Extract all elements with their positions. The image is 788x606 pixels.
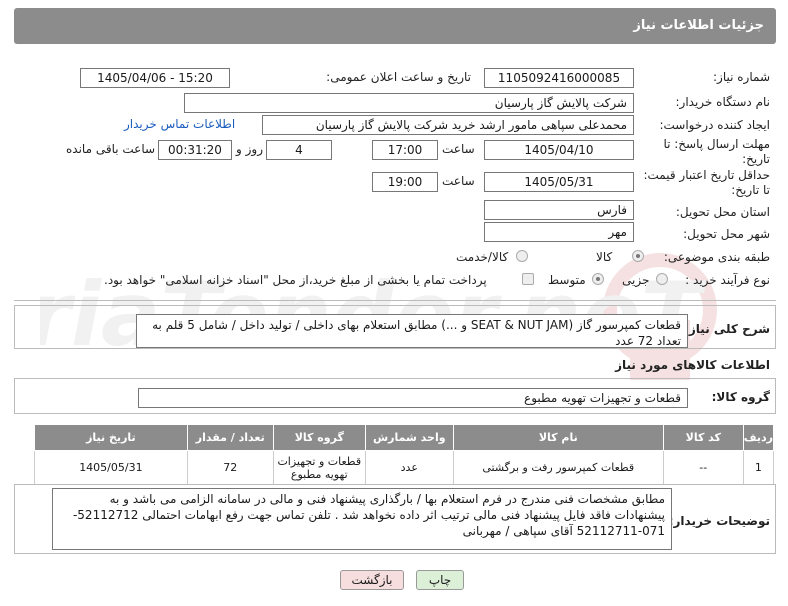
cell-name: قطعات کمپرسور رفت و برگشتی xyxy=(452,450,664,485)
print-button[interactable]: چاپ xyxy=(416,570,464,590)
category-goods-label: کالا xyxy=(596,250,613,264)
cell-need-date: 1405/05/31 xyxy=(34,450,188,485)
deadline-date-field: 1405/04/10 xyxy=(484,140,634,160)
province-label: استان محل تحویل: xyxy=(675,205,770,219)
col-need-date: تاریخ نیاز xyxy=(34,424,188,451)
process-label: نوع فرآیند خرید : xyxy=(685,273,770,287)
col-quantity: تعداد / مقدار xyxy=(186,424,274,451)
buyer-field: شرکت پالایش گاز پارسیان xyxy=(184,93,634,113)
process-minor-label: جزیی xyxy=(622,273,650,287)
treasury-payment-note: پرداخت تمام یا بخشی از مبلغ خرید،از محل … xyxy=(104,273,487,287)
price-validity-label-date: تا تاریخ: xyxy=(731,183,770,197)
summary-text: قطعات کمپرسور گاز (SEAT & NUT JAM و ...)… xyxy=(136,314,688,348)
remaining-label: ساعت باقی مانده xyxy=(66,142,156,156)
process-medium-radio[interactable] xyxy=(592,273,604,285)
buyer-contact-link[interactable]: اطلاعات تماس خریدار xyxy=(124,117,235,131)
buyer-notes-text: مطابق مشخصات فنی مندرج در فرم استعلام به… xyxy=(52,488,672,550)
price-validity-time-label: ساعت xyxy=(442,174,475,188)
goods-group-label: گروه کالا: xyxy=(711,390,770,404)
price-validity-label: حداقل تاریخ اعتبار قیمت: xyxy=(643,168,770,182)
cell-group: قطعات و تجهیزات تهویه مطبوع xyxy=(272,450,366,485)
province-field: فارس xyxy=(484,200,634,220)
items-table: ردیف کد کالا نام کالا واحد شمارش گروه کا… xyxy=(34,424,775,485)
cell-code: -- xyxy=(662,450,744,485)
back-button[interactable]: بازگشت xyxy=(340,570,404,590)
price-validity-date-field: 1405/05/31 xyxy=(484,172,634,192)
need-number-label: شماره نیاز: xyxy=(713,70,770,84)
col-name: نام کالا xyxy=(452,424,664,451)
summary-label: شرح کلی نیاز: xyxy=(684,322,770,336)
days-label: روز و xyxy=(236,142,263,156)
cell-row: 1 xyxy=(742,450,775,485)
city-label: شهر محل تحویل: xyxy=(683,227,770,241)
table-row: 1 -- قطعات کمپرسور رفت و برگشتی عدد قطعا… xyxy=(34,450,775,485)
col-group: گروه کالا xyxy=(272,424,366,451)
col-code: کد کالا xyxy=(662,424,744,451)
process-medium-label: متوسط xyxy=(548,273,586,287)
category-service-radio[interactable] xyxy=(516,250,528,262)
col-unit: واحد شمارش xyxy=(364,424,454,451)
category-service-label: کالا/خدمت xyxy=(456,250,509,264)
category-goods-radio[interactable] xyxy=(632,250,644,262)
need-number-field: 1105092416000085 xyxy=(484,68,634,88)
price-validity-time-field: 19:00 xyxy=(372,172,438,192)
category-label: طبقه بندی موضوعی: xyxy=(663,250,770,264)
buyer-notes-label: توضیحات خریدار: xyxy=(668,514,770,528)
cell-unit: عدد xyxy=(364,450,454,485)
creator-label: ایجاد کننده درخواست: xyxy=(659,118,770,132)
separator xyxy=(14,300,776,301)
goods-info-title: اطلاعات کالاهای مورد نیاز xyxy=(615,358,770,372)
table-header-row: ردیف کد کالا نام کالا واحد شمارش گروه کا… xyxy=(34,424,775,451)
buyer-label: نام دستگاه خریدار: xyxy=(675,95,771,109)
announce-label: تاریخ و ساعت اعلان عمومی: xyxy=(326,70,471,84)
cell-quantity: 72 xyxy=(186,450,274,485)
goods-group-field: قطعات و تجهیزات تهویه مطبوع xyxy=(138,388,688,408)
page-title: جزئیات اطلاعات نیاز xyxy=(633,18,764,33)
city-field: مهر xyxy=(484,222,634,242)
deadline-time-field: 17:00 xyxy=(372,140,438,160)
panel-header: جزئیات اطلاعات نیاز xyxy=(14,8,776,44)
treasury-payment-checkbox[interactable] xyxy=(522,273,534,285)
remaining-time-field: 00:31:20 xyxy=(158,140,232,160)
process-minor-radio[interactable] xyxy=(656,273,668,285)
deadline-label: مهلت ارسال پاسخ: تا xyxy=(663,137,770,151)
announce-field: 1405/04/06 - 15:20 xyxy=(80,68,230,88)
days-field: 4 xyxy=(266,140,332,160)
deadline-time-label: ساعت xyxy=(442,142,475,156)
deadline-label-date: تاریخ: xyxy=(742,152,770,166)
col-row: ردیف xyxy=(742,424,775,451)
creator-field: محمدعلی سپاهی مامور ارشد خرید شرکت پالای… xyxy=(262,115,634,135)
